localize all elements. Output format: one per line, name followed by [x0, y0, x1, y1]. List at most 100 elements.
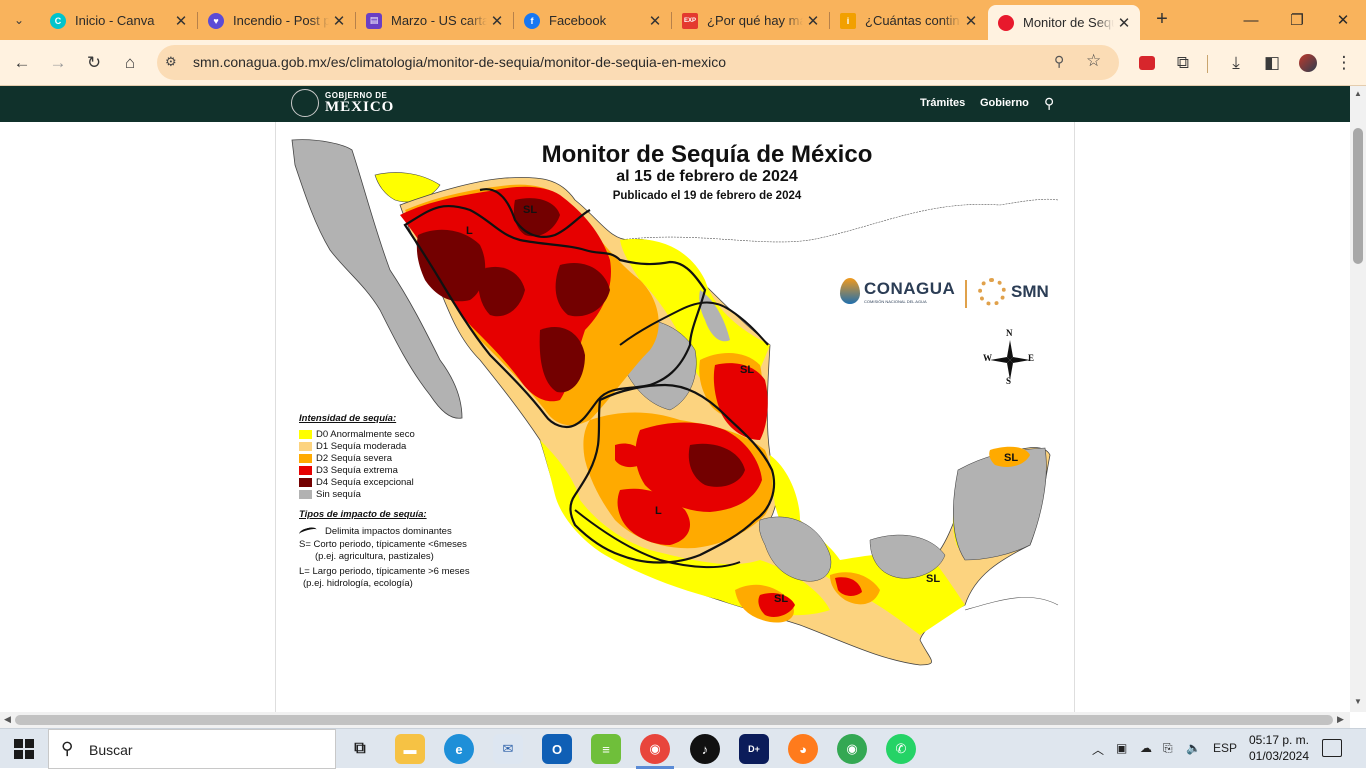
task-view-icon[interactable]: ⧉ [345, 734, 375, 764]
back-arrow-icon[interactable]: ← [9, 50, 35, 76]
chrome-profile-icon[interactable]: ◉ [837, 734, 867, 764]
long-term-note: L= Largo periodo, típicamente >6 meses (… [299, 566, 470, 589]
exp-icon: EXP [682, 12, 698, 29]
logo-divider [965, 280, 967, 308]
tab-por-que[interactable]: EXP ¿Por qué hay má ✕ [672, 5, 829, 36]
close-icon[interactable]: ✕ [329, 12, 349, 30]
address-bar[interactable]: ⚙ smn.conagua.gob.mx/es/climatologia/mon… [157, 45, 1119, 80]
taskbar-search-box[interactable]: ⚲ Buscar [48, 729, 336, 769]
close-icon[interactable]: ✕ [487, 12, 507, 30]
close-icon[interactable]: ✕ [171, 12, 191, 30]
firefox-icon[interactable]: ◕ [788, 734, 818, 764]
site-settings-icon[interactable]: ⚙ [165, 54, 177, 70]
outlook-icon[interactable]: O [542, 734, 572, 764]
bluestacks-icon[interactable]: ≡ [591, 734, 621, 764]
network-icon[interactable]: ⎘ [1163, 741, 1173, 756]
restore-button[interactable]: ❐ [1274, 0, 1320, 40]
home-icon[interactable]: ⌂ [117, 50, 143, 76]
menu-kebab-icon[interactable]: ⋮ [1331, 50, 1357, 76]
close-icon[interactable]: ✕ [803, 12, 823, 30]
close-icon[interactable]: ✕ [1114, 14, 1134, 32]
file-explorer-icon[interactable]: ▬ [395, 734, 425, 764]
bookmark-star-icon[interactable]: ☆ [1086, 51, 1101, 71]
region-label-l-north: L [466, 225, 473, 237]
tab-cuantas[interactable]: i ¿Cuántas contin ✕ [830, 5, 987, 36]
new-tab-button[interactable]: + [1150, 8, 1174, 32]
edge-icon[interactable]: e [444, 734, 474, 764]
windows-start-icon[interactable] [14, 739, 34, 759]
url-text[interactable]: smn.conagua.gob.mx/es/climatologia/monit… [193, 54, 726, 70]
legend-item: Sin sequía [299, 488, 539, 500]
region-label-sl-yucatan: SL [1004, 452, 1018, 464]
tab-canva[interactable]: C Inicio - Canva ✕ [40, 5, 197, 36]
language-indicator[interactable]: ESP [1213, 741, 1237, 755]
tab-facebook[interactable]: f Facebook ✕ [514, 5, 671, 36]
minimize-button[interactable]: — [1228, 0, 1274, 40]
smn-gear-icon [978, 278, 1006, 306]
extension-red-icon[interactable] [1134, 50, 1160, 76]
tray-cloud-icon[interactable]: ☁ [1140, 741, 1152, 755]
scroll-left-icon[interactable]: ◀ [4, 714, 11, 725]
legend-item: D0 Anormalmente seco [299, 428, 539, 440]
chrome-icon[interactable]: ◉ [640, 734, 670, 764]
outlook-files-icon[interactable]: ✉ [493, 734, 523, 764]
horizontal-scrollbar[interactable]: ◀ ▶ [0, 712, 1350, 728]
water-drop-icon [840, 278, 860, 304]
notification-icon[interactable] [1322, 739, 1342, 757]
gulf-coastline [619, 198, 1059, 243]
legend-item: D2 Sequía severa [299, 452, 539, 464]
region-label-sl-chiapas: SL [926, 573, 940, 585]
close-icon[interactable]: ✕ [961, 12, 981, 30]
tab-incendio[interactable]: ♥ Incendio - Post p ✕ [198, 5, 355, 36]
profile-avatar[interactable] [1295, 50, 1321, 76]
volume-icon[interactable]: 🔈 [1186, 741, 1201, 755]
windows-taskbar: ⚲ Buscar ⧉ ▬ e ✉ O ≡ ◉ ♪ D+ ◕ ◉ ✆ ︿ ▣ ☁ … [0, 728, 1366, 769]
compass-rose-icon: N S E W [983, 328, 1035, 386]
region-label-l-center: L [655, 505, 662, 517]
red-dot-icon [998, 14, 1014, 31]
horizontal-scroll-thumb[interactable] [15, 715, 1333, 725]
tray-chevron-icon[interactable]: ︿ [1092, 741, 1104, 758]
legend-heading: Intensidad de sequía: [299, 413, 397, 424]
reload-icon[interactable]: ↻ [81, 50, 107, 76]
heart-icon: ♥ [208, 12, 224, 29]
side-panel-icon[interactable]: ◧ [1259, 50, 1285, 76]
tray-device-icon[interactable]: ▣ [1116, 741, 1127, 755]
map-legend: Intensidad de sequía: D0 Anormalmente se… [298, 413, 539, 589]
web-page: GOBIERNO DE MÉXICO Trámites Gobierno ⚲ L… [0, 86, 1350, 712]
vertical-scroll-thumb[interactable] [1353, 128, 1363, 264]
short-term-note: S= Corto periodo, típicamente <6meses (p… [299, 539, 467, 562]
whatsapp-icon[interactable]: ✆ [886, 734, 916, 764]
legend-item: D3 Sequía extrema [299, 464, 539, 476]
region-label-sl-guerrero: SL [774, 593, 788, 605]
browser-toolbar: ← → ↻ ⌂ ⚙ smn.conagua.gob.mx/es/climatol… [0, 40, 1366, 86]
facebook-icon: f [524, 12, 540, 29]
map-published: Publicado el 19 de febrero de 2024 [612, 190, 802, 202]
tab-marzo[interactable]: ▤ Marzo - US carta ✕ [356, 5, 513, 36]
legend-item: D1 Sequía moderada [299, 440, 539, 452]
scroll-down-icon[interactable]: ▼ [1350, 697, 1366, 706]
canva-icon: C [50, 12, 66, 29]
legend-item: D4 Sequía excepcional [299, 476, 539, 488]
forward-arrow-icon[interactable]: → [45, 50, 71, 76]
download-icon[interactable]: ⤓ [1223, 50, 1249, 76]
scroll-right-icon[interactable]: ▶ [1337, 714, 1344, 725]
impact-heading: Tipos de impacto de sequía: [299, 509, 427, 520]
disney-plus-icon[interactable]: D+ [739, 734, 769, 764]
region-label-sl-northeast: SL [740, 364, 754, 376]
extensions-puzzle-icon[interactable]: ⧉ [1170, 50, 1196, 76]
tiktok-icon[interactable]: ♪ [690, 734, 720, 764]
close-icon[interactable]: ✕ [645, 12, 665, 30]
printer-icon: ▤ [366, 12, 382, 29]
close-window-button[interactable]: ✕ [1320, 0, 1366, 40]
zoom-magnifier-icon[interactable]: ⚲ [1054, 53, 1064, 70]
boundary-curve-icon [298, 525, 318, 538]
vertical-scrollbar[interactable]: ▲ ▼ [1350, 86, 1366, 712]
info-icon: i [840, 12, 856, 29]
caribbean-coastline [964, 597, 1059, 611]
tab-monitor-sequia[interactable]: Monitor de Sequ ✕ [988, 5, 1140, 40]
scroll-up-icon[interactable]: ▲ [1350, 89, 1366, 98]
search-icon: ⚲ [61, 739, 74, 758]
taskbar-clock[interactable]: 05:17 p. m. 01/03/2024 [1246, 732, 1312, 764]
tab-search-chevron-icon[interactable]: ⌄ [6, 8, 32, 32]
